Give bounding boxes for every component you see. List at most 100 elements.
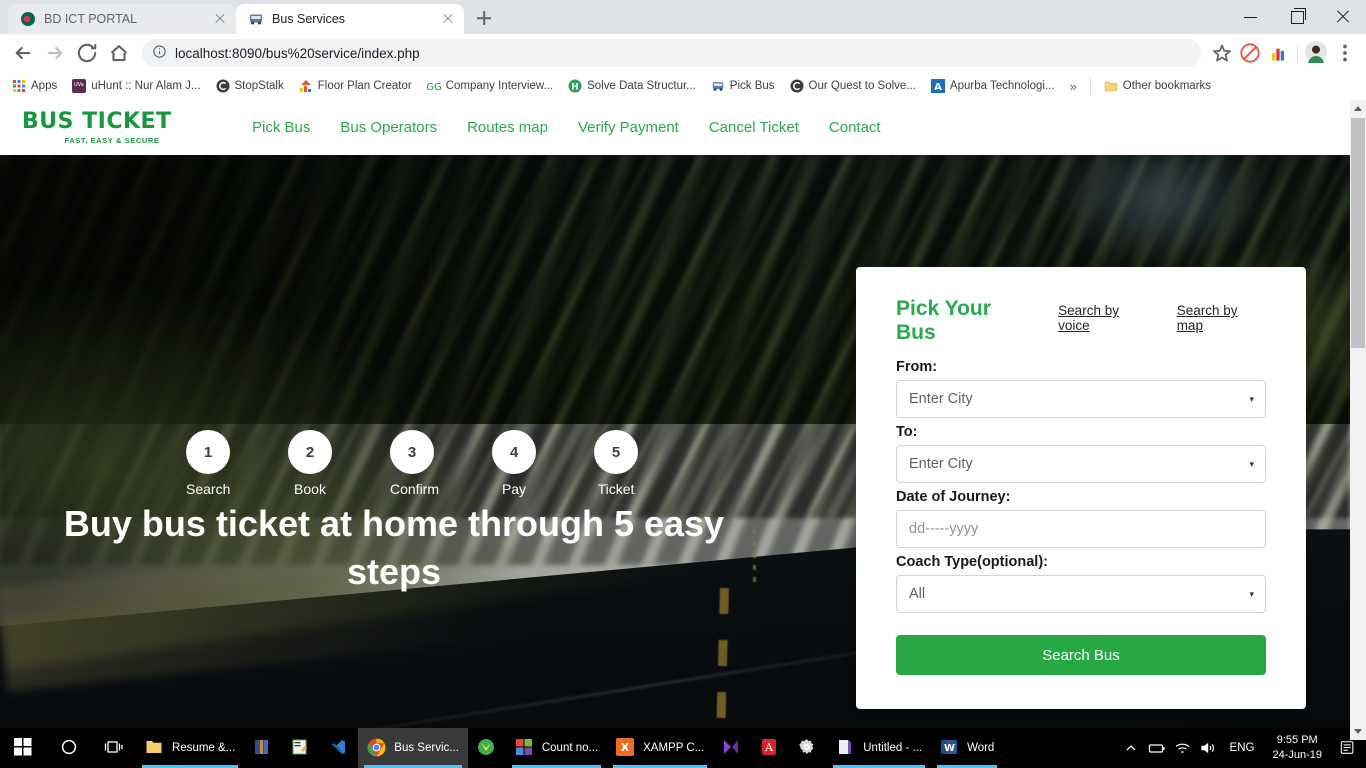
site-logo[interactable]: BUS TICKET FAST, EASY & SECURE: [22, 108, 252, 145]
taskbar-item-label: Untitled - ...: [863, 742, 923, 754]
task-view-button[interactable]: [92, 728, 136, 768]
taskbar-item-notepad[interactable]: [282, 728, 320, 768]
taskbar-item-settings[interactable]: [789, 728, 827, 768]
search-button[interactable]: [48, 728, 92, 768]
minimize-icon[interactable]: [1228, 0, 1274, 34]
taskbar-item-acrobat[interactable]: A: [751, 728, 789, 768]
star-icon[interactable]: [1209, 40, 1235, 66]
taskbar-item-label: Count no...: [541, 742, 599, 754]
taskbar-item-vscode[interactable]: [320, 728, 358, 768]
reload-icon[interactable]: [72, 38, 102, 68]
floorplan-icon: [299, 79, 313, 93]
coach-type-select[interactable]: All ▾: [896, 575, 1266, 613]
nav-item-contact[interactable]: Contact: [829, 119, 881, 136]
onenote-icon: [836, 738, 856, 758]
nav-item-verify-payment[interactable]: Verify Payment: [578, 119, 679, 136]
taskbar-item-word[interactable]: W Word: [931, 728, 1003, 768]
date-of-journey-label: Date of Journey:: [896, 489, 1011, 505]
avatar-icon[interactable]: [1304, 40, 1330, 66]
bd-flag-icon: [20, 11, 36, 27]
close-icon[interactable]: [440, 11, 456, 27]
step-3: 3 Confirm: [390, 430, 439, 497]
taskbar-item-resume[interactable]: Resume &...: [136, 728, 244, 768]
wifi-icon[interactable]: [1170, 728, 1196, 768]
apurba-icon: A: [930, 79, 945, 93]
date-of-journey-input[interactable]: dd-----yyyy: [896, 510, 1266, 548]
scroll-up-arrow-icon[interactable]: [1350, 100, 1366, 117]
acrobat-icon: A: [760, 738, 780, 758]
volume-icon[interactable]: [1196, 728, 1222, 768]
bookmarks-overflow-button[interactable]: »: [1064, 77, 1083, 96]
forward-arrow-icon[interactable]: [40, 38, 70, 68]
bookmark-uhunt[interactable]: UVa uHunt :: Nur Alam J...: [66, 77, 206, 95]
taskbar-item-xampp[interactable]: X XAMPP C...: [607, 728, 713, 768]
chart-extension-icon[interactable]: [1265, 40, 1291, 66]
step-label: Ticket: [597, 481, 635, 497]
bookmark-stopstalk[interactable]: StopStalk: [210, 77, 290, 95]
address-bar[interactable]: localhost:8090/bus%20service/index.php: [142, 39, 1201, 67]
chevron-down-icon: ▾: [1249, 588, 1254, 599]
bookmark-label: Apps: [31, 80, 58, 92]
toolbar-divider: [1297, 45, 1298, 61]
adblock-icon[interactable]: [1237, 40, 1263, 66]
bookmark-label: Floor Plan Creator: [317, 80, 412, 92]
bookmark-apps[interactable]: Apps: [6, 77, 63, 95]
three-dot-menu-icon[interactable]: [1332, 40, 1358, 66]
from-city-select[interactable]: Enter City ▾: [896, 380, 1266, 418]
close-icon[interactable]: [212, 11, 228, 27]
taskbar-item-count-no[interactable]: Count no...: [506, 728, 607, 768]
info-icon[interactable]: [152, 44, 167, 62]
nav-item-routes-map[interactable]: Routes map: [467, 119, 548, 136]
step-number: 2: [288, 430, 332, 474]
step-number: 3: [390, 430, 434, 474]
page-scrollbar[interactable]: [1350, 100, 1366, 740]
chevron-down-icon: ▾: [1249, 393, 1254, 404]
search-by-map-link[interactable]: Search by map: [1177, 303, 1266, 333]
to-city-select[interactable]: Enter City ▾: [896, 445, 1266, 483]
scrollbar-thumb[interactable]: [1351, 118, 1365, 348]
taskbar-item-chrome[interactable]: Bus Servic...: [358, 728, 468, 768]
taskbar-item-label: Word: [967, 742, 995, 754]
language-indicator[interactable]: ENG: [1222, 742, 1263, 754]
window-controls: [1228, 0, 1366, 34]
bookmark-our-quest[interactable]: Our Quest to Solve...: [784, 77, 922, 95]
step-number: 4: [492, 430, 536, 474]
close-icon[interactable]: [1320, 0, 1366, 34]
coach-type-label: Coach Type(optional):: [896, 554, 1048, 570]
bookmark-label: Apurba Technologi...: [949, 80, 1055, 92]
logo-text: BUS TICKET: [22, 108, 172, 134]
step-5: 5 Ticket: [594, 430, 638, 497]
start-button[interactable]: [0, 728, 48, 768]
search-by-voice-link[interactable]: Search by voice: [1058, 303, 1153, 333]
maximize-icon[interactable]: [1274, 0, 1320, 34]
bookmark-company-interview[interactable]: GG Company Interview...: [421, 77, 559, 95]
nav-item-cancel-ticket[interactable]: Cancel Ticket: [709, 119, 799, 136]
bookmark-pick-bus[interactable]: Pick Bus: [705, 77, 781, 95]
browser-tab-1[interactable]: BD ICT PORTAL: [8, 4, 236, 34]
nav-item-bus-operators[interactable]: Bus Operators: [340, 119, 437, 136]
svg-text:A: A: [934, 82, 942, 93]
logo-tagline: FAST, EASY & SECURE: [64, 135, 160, 145]
taskbar-item-media[interactable]: [713, 728, 751, 768]
back-arrow-icon[interactable]: [8, 38, 38, 68]
bookmark-solve-data-structures[interactable]: H Solve Data Structur...: [562, 77, 702, 95]
svg-text:W: W: [944, 743, 955, 754]
vscode-icon: [329, 738, 349, 758]
taskbar-clock[interactable]: 9:55 PM 24-Jun-19: [1262, 733, 1332, 763]
new-tab-button[interactable]: [470, 4, 498, 32]
search-bus-button[interactable]: Search Bus: [896, 635, 1266, 675]
bookmark-apurba[interactable]: A Apurba Technologi...: [925, 77, 1061, 95]
other-bookmarks-button[interactable]: Other bookmarks: [1098, 77, 1217, 95]
word-icon: W: [940, 738, 960, 758]
taskbar-item-onenote[interactable]: Untitled - ...: [827, 728, 931, 768]
show-hidden-icons-icon[interactable]: [1118, 728, 1144, 768]
taskbar-item-yandex[interactable]: [468, 728, 506, 768]
taskbar-item-books[interactable]: [244, 728, 282, 768]
scroll-down-arrow-icon[interactable]: [1350, 723, 1366, 740]
battery-icon[interactable]: [1144, 728, 1170, 768]
nav-item-pick-bus[interactable]: Pick Bus: [252, 119, 310, 136]
bookmark-floorplan[interactable]: Floor Plan Creator: [293, 77, 418, 95]
home-icon[interactable]: [104, 38, 134, 68]
browser-tab-2[interactable]: Bus Services: [236, 4, 464, 34]
step-number: 5: [594, 430, 638, 474]
